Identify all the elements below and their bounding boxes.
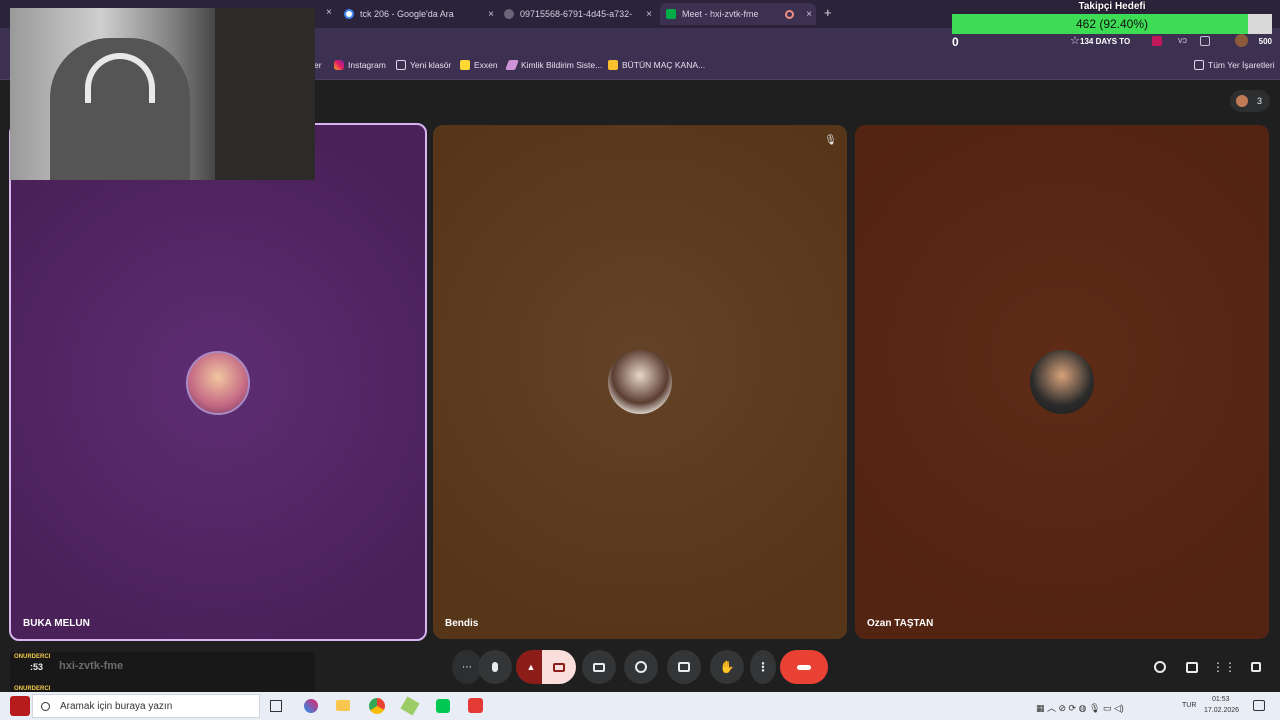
chat-timestamp: :53 <box>30 662 44 672</box>
follower-goal-widget: Takipçi Hedefi 462 (92.40%) 0 134 DAYS T… <box>952 0 1272 50</box>
participant-name: Ozan TAŞTAN <box>867 618 934 629</box>
more-options-button[interactable]: ⋮ <box>750 650 776 684</box>
notifications-icon[interactable] <box>1253 700 1265 711</box>
exxen-icon <box>460 60 470 70</box>
tab-label: tck 206 - Google'da Ara <box>360 9 454 19</box>
streamer-webcam <box>10 8 315 180</box>
tab-label: Meet - hxi-zvtk-fme <box>682 9 759 19</box>
participant-name: Bendis <box>445 618 479 629</box>
participant-tile-ozan[interactable]: Ozan TAŞTAN <box>855 125 1269 639</box>
emoji-icon <box>635 661 647 673</box>
bookmark-mac-kana[interactable]: BÜTÜN MAÇ KANA... <box>608 60 705 70</box>
chevron-up-icon: ▲ <box>526 662 536 672</box>
goal-min: 0 <box>952 35 959 49</box>
present-icon <box>593 662 605 672</box>
captions-button[interactable] <box>667 650 701 684</box>
meeting-info-button[interactable] <box>1143 650 1177 684</box>
tray-icons[interactable]: ▦ ︿ ⊘ ⟳ ◍ 🎙 ▭ ◁) <box>1036 701 1124 714</box>
meet-app-icon[interactable] <box>436 699 450 713</box>
task-view-icon[interactable] <box>270 700 282 712</box>
bookmark-item[interactable]: er <box>314 60 322 70</box>
host-controls-button[interactable] <box>1239 650 1273 684</box>
record-app-icon[interactable] <box>468 698 483 713</box>
meet-icon <box>666 9 676 19</box>
chat-icon <box>1186 661 1198 673</box>
participant-name: BUKA MELUN <box>23 618 90 629</box>
clock-date[interactable]: 17.02.2026 <box>1204 707 1239 714</box>
folder-icon <box>396 60 406 70</box>
captions-icon <box>678 662 690 672</box>
tab-label: 09715568-6791-4d45-a732-54 <box>520 9 632 19</box>
bookmark-exxen[interactable]: Exxen <box>460 60 498 70</box>
jp-icon <box>608 60 618 70</box>
bookmark-instagram[interactable]: Instagram <box>334 60 386 70</box>
close-icon[interactable]: × <box>806 9 812 20</box>
raise-hand-button[interactable]: ✋ <box>710 650 744 684</box>
new-tab-button[interactable]: + <box>824 5 832 20</box>
folder-icon <box>1194 60 1204 70</box>
chat-button[interactable] <box>1175 650 1209 684</box>
goal-value: 462 (92.40%) <box>1075 17 1149 31</box>
bookmark-kimlik[interactable]: Kimlik Bildirim Siste... <box>505 60 602 70</box>
hand-icon: ✋ <box>719 660 735 674</box>
pen-icon <box>505 60 519 70</box>
tab-google-search[interactable]: tck 206 - Google'da Ara × <box>344 3 498 25</box>
start-button[interactable] <box>10 696 30 716</box>
info-icon <box>1154 661 1166 673</box>
avatar <box>186 351 250 415</box>
language-indicator[interactable]: TUR <box>1182 702 1196 709</box>
avatar <box>1030 350 1094 414</box>
globe-icon <box>504 9 514 19</box>
microphone-icon <box>492 662 498 672</box>
google-icon <box>344 9 354 19</box>
camera-off-button[interactable] <box>542 650 576 684</box>
taskbar-search-input: Aramak için buraya yazın <box>60 700 173 712</box>
avatar <box>608 350 672 414</box>
goal-ticker: 134 DAYS TO <box>1080 37 1131 46</box>
chrome-icon[interactable] <box>369 698 385 714</box>
stream-chat-overlay: ONURDERCI :53 ONURDERCI <box>10 652 315 692</box>
instagram-icon <box>334 60 344 70</box>
phone-hangup-icon <box>797 664 811 670</box>
end-call-button[interactable] <box>780 650 828 684</box>
search-icon <box>41 701 50 711</box>
shelf <box>215 8 315 180</box>
ellipsis-icon: ⋯ <box>462 661 472 673</box>
activities-button[interactable]: ⋮⋮ <box>1207 650 1241 684</box>
all-bookmarks-folder[interactable]: Tüm Yer İşaretleri <box>1194 60 1275 70</box>
close-icon[interactable]: × <box>646 9 652 20</box>
lock-icon <box>1251 662 1261 672</box>
close-icon[interactable]: × <box>488 9 494 20</box>
chat-username: ONURDERCI <box>14 654 51 660</box>
participant-tile-buka[interactable]: BUKA MELUN <box>9 123 427 641</box>
mic-off-icon: 🎙 <box>824 135 837 146</box>
goal-title: Takipçi Hedefi <box>1078 1 1146 12</box>
goal-max: 500 <box>1258 37 1272 46</box>
participants-button[interactable]: 3 <box>1230 90 1270 112</box>
windows-taskbar: Aramak için buraya yazın ▦ ︿ ⊘ ⟳ ◍ 🎙 ▭ ◁… <box>0 692 1280 720</box>
app-icon[interactable] <box>400 696 420 716</box>
present-button[interactable] <box>582 650 616 684</box>
tab-document[interactable]: 09715568-6791-4d45-a732-54 × <box>504 3 656 25</box>
participant-tile-bendis[interactable]: 🎙 Bendis <box>433 125 847 639</box>
copilot-icon[interactable] <box>304 699 318 713</box>
reactions-button[interactable] <box>624 650 658 684</box>
tab-meet[interactable]: Meet - hxi-zvtk-fme × <box>660 3 816 25</box>
file-explorer-icon[interactable] <box>336 700 350 711</box>
microphone-button[interactable] <box>478 650 512 684</box>
bookmark-folder[interactable]: Yeni klasör <box>396 60 451 70</box>
taskbar-search-box[interactable]: Aramak için buraya yazın <box>32 694 260 718</box>
first-tab-close-icon[interactable]: × <box>326 7 332 18</box>
more-vert-icon: ⋮ <box>757 660 769 674</box>
recording-icon <box>785 9 794 19</box>
participant-avatar-icon <box>1236 95 1248 107</box>
camera-off-icon <box>553 662 565 672</box>
apps-grid-icon: ⋮⋮ <box>1212 660 1236 674</box>
clock-time[interactable]: 01:53 <box>1212 696 1230 703</box>
